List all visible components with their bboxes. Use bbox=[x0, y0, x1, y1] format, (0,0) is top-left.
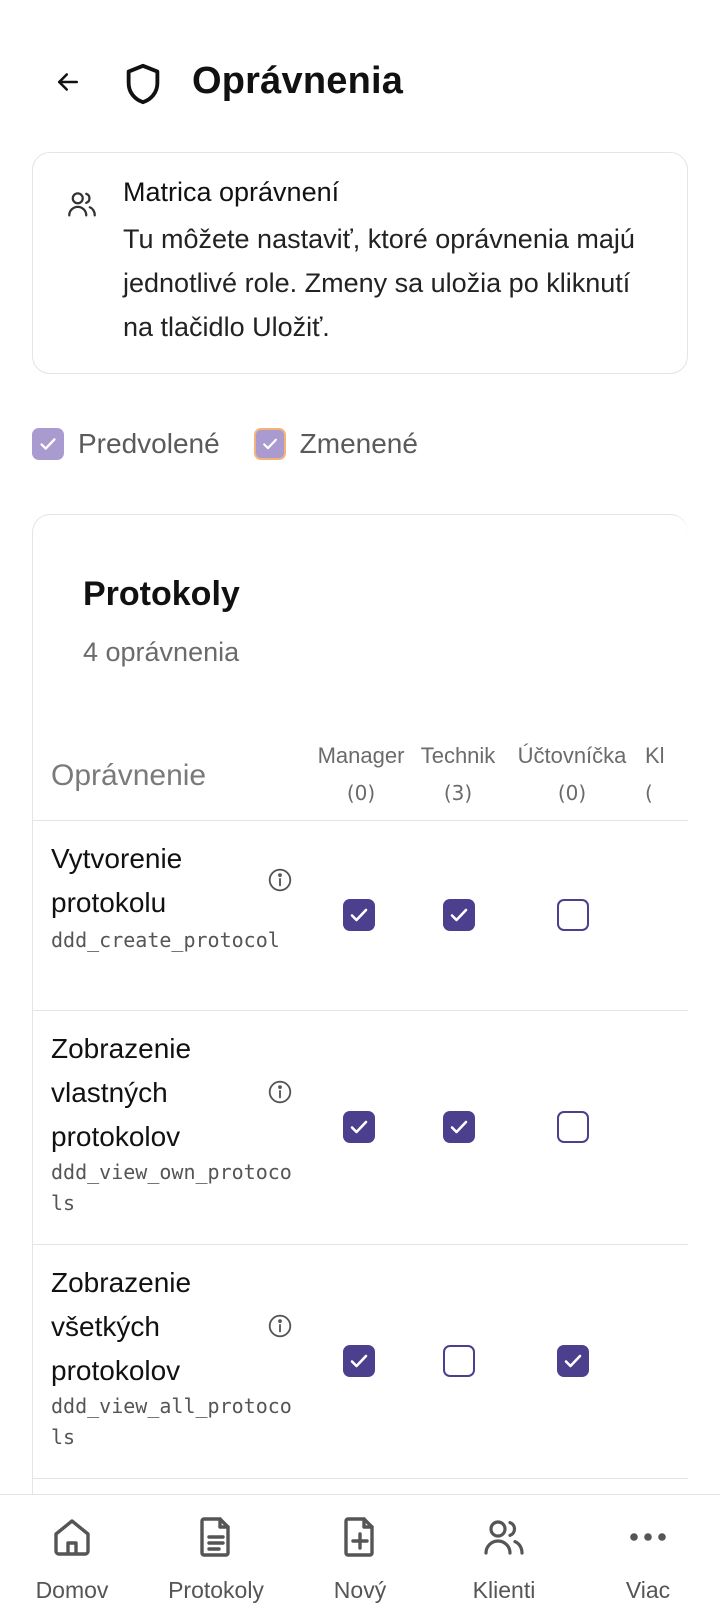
nav-label: Domov bbox=[35, 1577, 109, 1603]
check-icon bbox=[450, 1120, 468, 1134]
permission-checkbox[interactable] bbox=[343, 899, 375, 931]
role-count: ( bbox=[645, 781, 653, 805]
permission-name: Zobrazenie vlastných protokolov bbox=[51, 1033, 192, 1152]
section-title: Protokoly bbox=[83, 575, 240, 613]
back-button[interactable] bbox=[48, 62, 88, 102]
column-header-role: Manager (0) bbox=[311, 743, 411, 805]
nav-label: Viac bbox=[625, 1577, 671, 1603]
nav-label: Protokoly bbox=[168, 1577, 264, 1603]
column-header-permission: Oprávnenie bbox=[51, 759, 207, 792]
section-count: 4 oprávnenia bbox=[83, 637, 240, 667]
app-header: Oprávnenia bbox=[0, 0, 720, 150]
check-icon bbox=[450, 908, 468, 922]
permission-name: Vytvorenie protokolu bbox=[51, 843, 183, 918]
nav-item-new[interactable]: Nový bbox=[295, 1513, 425, 1604]
info-icon[interactable] bbox=[267, 1313, 293, 1339]
role-name: Účtovníčka bbox=[517, 743, 627, 768]
nav-label: Nový bbox=[333, 1577, 387, 1603]
page-title: Oprávnenia bbox=[192, 60, 404, 102]
info-icon[interactable] bbox=[267, 867, 293, 893]
nav-label: Klienti bbox=[472, 1577, 536, 1603]
check-icon bbox=[40, 438, 56, 450]
column-header-role: Technik (3) bbox=[413, 743, 503, 805]
arrow-left-icon bbox=[58, 73, 78, 91]
column-header-role: Účtovníčka (0) bbox=[511, 743, 633, 805]
home-icon bbox=[54, 1519, 90, 1556]
permission-checkbox[interactable] bbox=[343, 1345, 375, 1377]
table-row: Zobrazenie vlastných protokolov ddd_view… bbox=[33, 1011, 688, 1245]
legend-default: Predvolené bbox=[32, 428, 220, 460]
check-icon bbox=[350, 1120, 368, 1134]
role-name: Kl bbox=[645, 743, 665, 768]
permission-checkbox[interactable] bbox=[443, 1111, 475, 1143]
check-icon bbox=[350, 908, 368, 922]
permission-checkbox[interactable] bbox=[557, 1111, 589, 1143]
nav-item-more[interactable]: Viac bbox=[583, 1513, 713, 1604]
permission-code: ddd_view_all_protocols bbox=[51, 1394, 292, 1449]
info-title: Matrica oprávnení bbox=[123, 177, 340, 207]
legend-changed: Zmenené bbox=[253, 428, 418, 460]
permission-code: ddd_view_own_protocols bbox=[51, 1160, 292, 1215]
permission-checkbox[interactable] bbox=[343, 1111, 375, 1143]
check-icon bbox=[350, 1354, 368, 1368]
permission-checkbox[interactable] bbox=[443, 899, 475, 931]
new-document-icon bbox=[344, 1517, 374, 1557]
shield-icon bbox=[126, 63, 160, 105]
more-icon bbox=[630, 1533, 666, 1541]
document-icon bbox=[200, 1517, 230, 1557]
info-card: Matrica oprávnení Tu môžete nastaviť, kt… bbox=[32, 152, 688, 374]
legend-default-label: Predvolené bbox=[78, 428, 220, 459]
role-name: Technik bbox=[420, 743, 496, 768]
table-row: Vytvorenie protokolu ddd_create_protocol bbox=[33, 821, 688, 1011]
check-icon bbox=[262, 438, 277, 450]
info-text: Tu môžete nastaviť, ktoré oprávnenia maj… bbox=[123, 224, 635, 342]
table-row: Zobrazenie všetkých protokolov ddd_view_… bbox=[33, 1245, 688, 1479]
role-name: Manager bbox=[317, 743, 405, 768]
legend-changed-label: Zmenené bbox=[299, 428, 418, 459]
legend-changed-checkbox bbox=[253, 428, 286, 460]
permission-code: ddd_create_protocol bbox=[51, 928, 280, 952]
role-count: (3) bbox=[443, 781, 473, 805]
role-count: (0) bbox=[557, 781, 587, 805]
permission-checkbox[interactable] bbox=[557, 899, 589, 931]
legend-default-checkbox bbox=[32, 428, 64, 460]
permission-name: Zobrazenie všetkých protokolov bbox=[51, 1267, 192, 1386]
check-icon bbox=[564, 1354, 582, 1368]
users-icon bbox=[68, 192, 96, 217]
nav-item-home[interactable]: Domov bbox=[7, 1513, 137, 1604]
info-icon[interactable] bbox=[267, 1079, 293, 1105]
nav-item-protocols[interactable]: Protokoly bbox=[151, 1513, 281, 1604]
role-count: (0) bbox=[346, 781, 376, 805]
bottom-navigation: Domov Protokoly Nový Klienti Viac bbox=[0, 1494, 720, 1624]
users-icon bbox=[484, 1520, 524, 1555]
column-header-role: Kl ( bbox=[645, 743, 685, 805]
nav-item-clients[interactable]: Klienti bbox=[439, 1513, 569, 1604]
permissions-section-protokoly: Protokoly 4 oprávnenia Oprávnenie Manage… bbox=[32, 514, 688, 1514]
permission-checkbox[interactable] bbox=[557, 1345, 589, 1377]
legend: Predvolené Zmenené bbox=[32, 426, 452, 462]
permission-checkbox[interactable] bbox=[443, 1345, 475, 1377]
table-header: Oprávnenie Manager (0) Technik (3) Účtov… bbox=[33, 725, 688, 821]
